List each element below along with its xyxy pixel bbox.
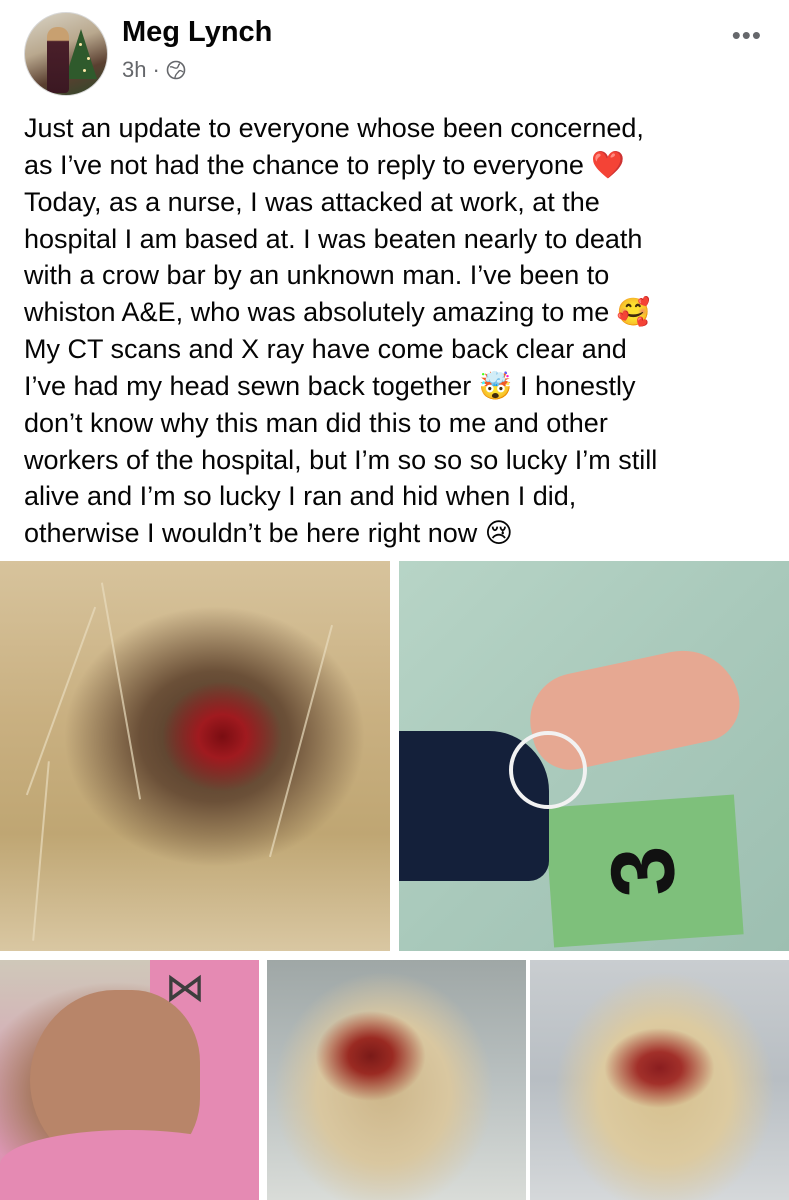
- post-text-line: whiston A&E, who was absolutely amazing …: [24, 294, 776, 332]
- post-text-fragment: I honestly: [519, 370, 636, 401]
- globe-icon[interactable]: [166, 60, 186, 80]
- post-text-line: as I’ve not had the chance to reply to e…: [24, 147, 776, 185]
- tree-light: [79, 43, 82, 46]
- post-text-line: Just an update to everyone whose been co…: [24, 113, 644, 143]
- author-avatar[interactable]: [24, 12, 108, 96]
- christmas-tree-shape: [65, 29, 97, 79]
- crying-emoji: 😢: [484, 517, 513, 549]
- wristband-shape: [509, 731, 587, 809]
- post-time[interactable]: 3h: [122, 57, 146, 83]
- post-photo-hand[interactable]: 3: [399, 561, 789, 951]
- tree-light: [83, 69, 86, 72]
- post-photo-head-stitches[interactable]: [530, 960, 789, 1200]
- post-text-line: My CT scans and X ray have come back cle…: [24, 334, 627, 364]
- heart-emoji: ❤️: [591, 149, 625, 181]
- hair-strand: [268, 624, 334, 858]
- post-photo-head-wound[interactable]: [0, 561, 390, 951]
- smiling-hearts-emoji: 🥰: [616, 296, 651, 328]
- post-text-line: hospital I am based at. I was beaten nea…: [24, 223, 643, 254]
- more-options-icon[interactable]: •••: [732, 22, 762, 48]
- post-text-line: alive and I’m so lucky I ran and hid whe…: [24, 481, 577, 511]
- card-number: 3: [591, 842, 696, 900]
- post-text: Just an update to everyone whose been co…: [24, 110, 776, 552]
- tree-light: [87, 57, 90, 60]
- hair-strand: [32, 761, 50, 941]
- post-text-line: with a crow bar by an unknown man. I’ve …: [24, 260, 610, 290]
- person-figure-shape: [47, 27, 69, 93]
- post-text-line: Today, as a nurse, I was attacked at wor…: [24, 187, 600, 217]
- post-meta: 3h ·: [122, 57, 186, 83]
- facebook-post: Meg Lynch 3h · ••• Just an update to eve…: [0, 0, 789, 1200]
- shirt-shape: [0, 1130, 259, 1200]
- hair-strand: [100, 582, 142, 800]
- hair-strand: [25, 606, 97, 796]
- post-text-fragment: as I’ve not had the chance to reply to e…: [24, 149, 584, 180]
- post-text-fragment: whiston A&E, who was absolutely amazing …: [24, 296, 610, 327]
- post-text-fragment: otherwise I wouldn’t be here right now: [24, 517, 478, 548]
- author-name[interactable]: Meg Lynch: [122, 16, 272, 49]
- meta-separator: ·: [152, 57, 160, 82]
- post-text-line: workers of the hospital, but I’m so so s…: [24, 444, 658, 475]
- post-text-line: don’t know why this man did this to me a…: [24, 408, 608, 438]
- post-photo-back[interactable]: ⋈: [0, 960, 259, 1200]
- post-photo-head-back[interactable]: [267, 960, 526, 1200]
- number-card: 3: [544, 794, 744, 948]
- butterfly-tattoo-icon: ⋈: [165, 966, 205, 1010]
- exploding-head-emoji: 🤯: [478, 370, 513, 402]
- post-text-line: otherwise I wouldn’t be here right now 😢: [24, 515, 776, 553]
- post-text-line: I’ve had my head sewn back together 🤯 I …: [24, 368, 776, 406]
- post-text-fragment: I’ve had my head sewn back together: [24, 370, 472, 401]
